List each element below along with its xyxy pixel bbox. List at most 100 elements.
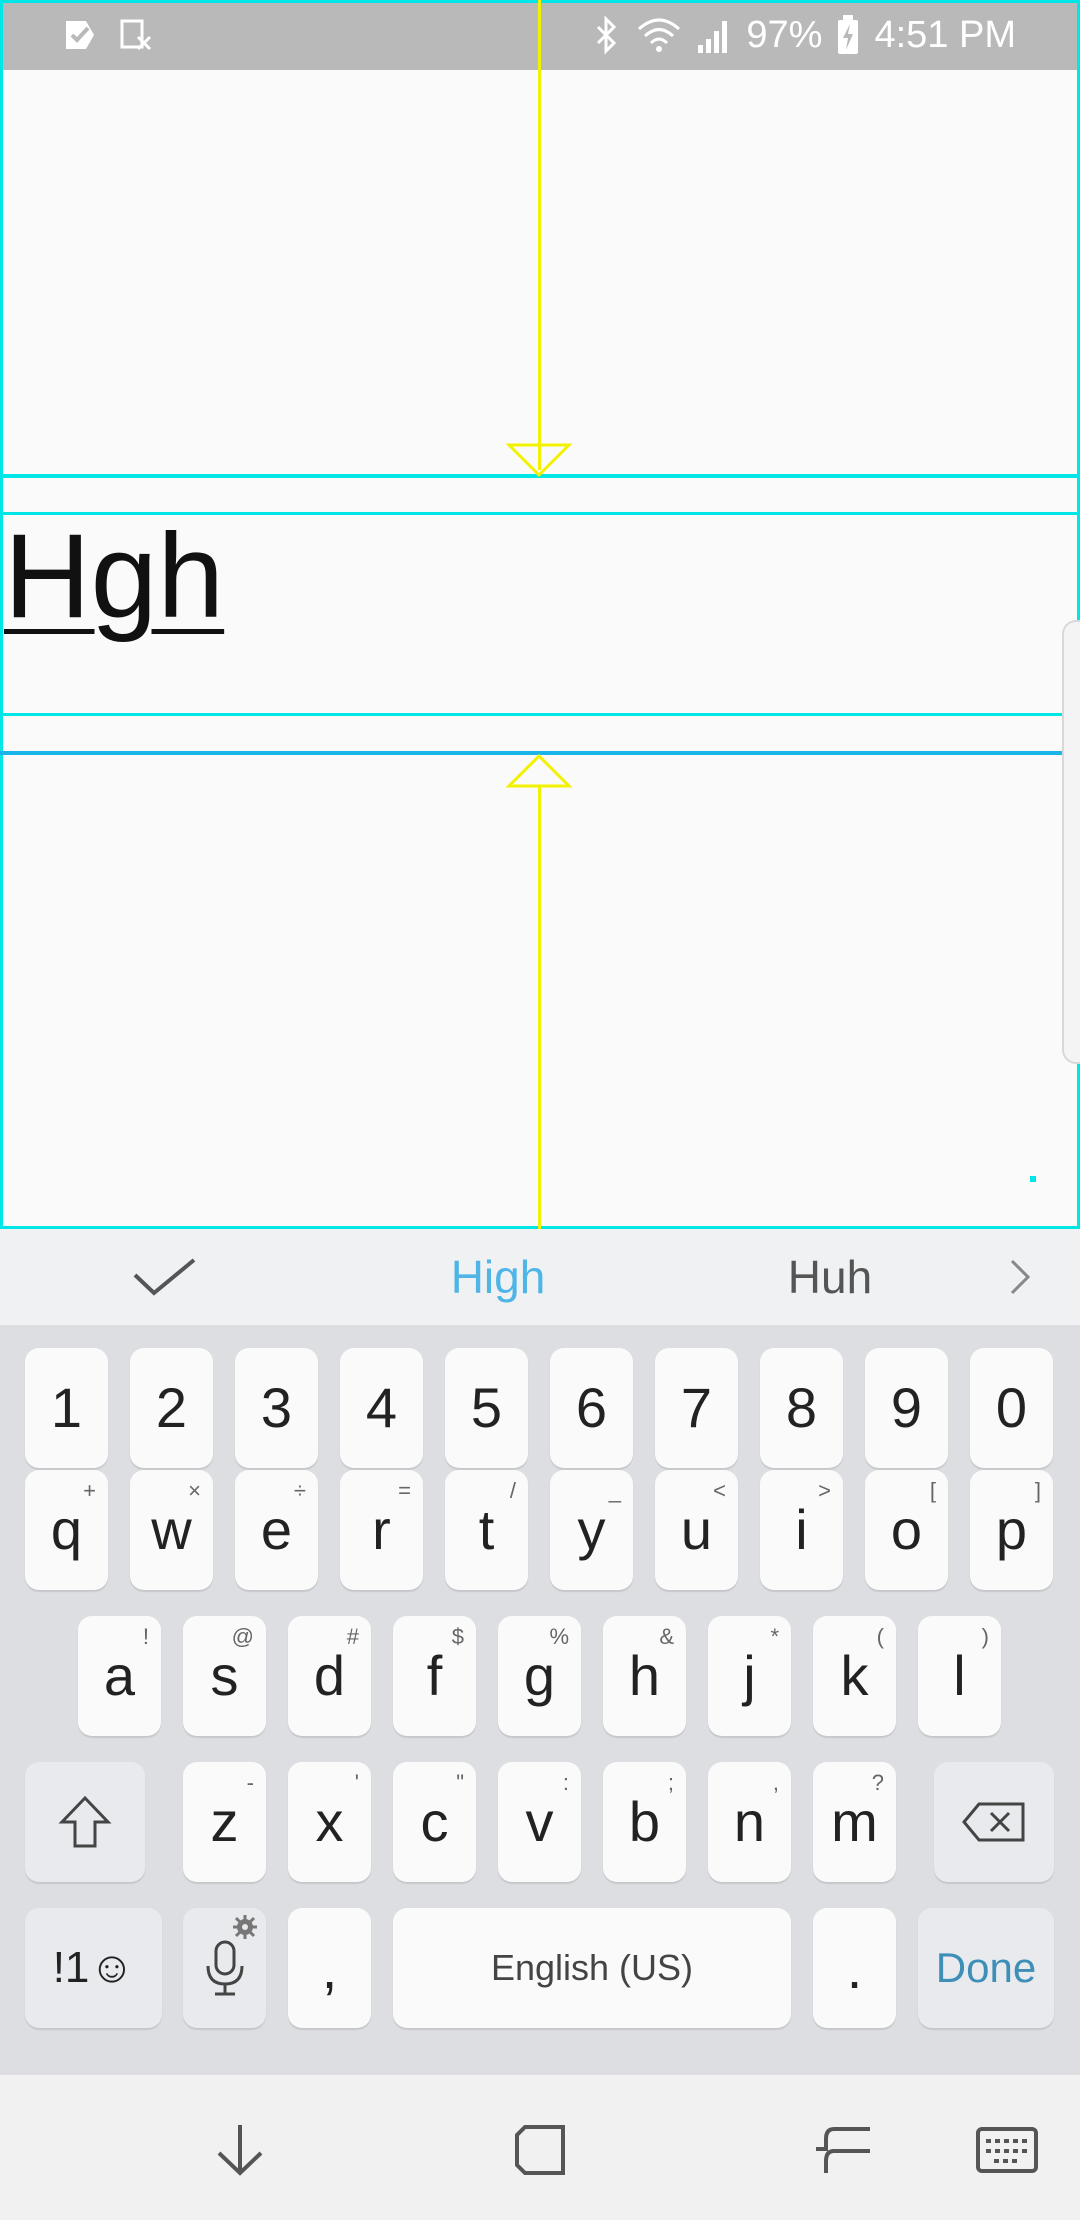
letter-key-x[interactable]: x ' (288, 1762, 371, 1882)
edge-panel-handle[interactable] (1062, 620, 1080, 1064)
comma-key[interactable]: , (288, 1908, 371, 2028)
letter-key-e[interactable]: e ÷ (235, 1470, 318, 1590)
keyboard: 1234567890 q + w × e ÷ r = t / y _ u < i > o[p] a! s @ d # f $… (0, 1325, 1080, 2075)
letter-key-label: b (628, 1790, 661, 1853)
number-key-label: 4 (365, 1376, 398, 1439)
letter-key-l[interactable]: l) (918, 1616, 1001, 1736)
letter-key-j[interactable]: j * (708, 1616, 791, 1736)
letter-key-g[interactable]: g% (498, 1616, 581, 1736)
key-hint-label: , (772, 1770, 779, 1795)
key-hint-label: ? (871, 1770, 884, 1795)
arrow-up-icon (506, 753, 572, 788)
letter-key-z[interactable]: z- (183, 1762, 266, 1882)
suggestion-primary[interactable]: High (330, 1229, 666, 1325)
symbols-key[interactable]: !1☺ (25, 1908, 162, 2028)
letter-key-r[interactable]: r = (340, 1470, 423, 1590)
period-key[interactable]: . (813, 1908, 896, 2028)
signal-icon (698, 21, 728, 53)
voice-input-key[interactable] (183, 1908, 266, 2028)
letter-key-u[interactable]: u < (655, 1470, 738, 1590)
checkmark-flag-icon (66, 21, 94, 49)
battery-charging-icon (838, 15, 859, 54)
shift-key[interactable] (25, 1762, 145, 1882)
key-hint-label: @ (231, 1624, 254, 1649)
key-hint-label: + (83, 1478, 96, 1503)
letter-key-i[interactable]: i > (760, 1470, 843, 1590)
letter-key-d[interactable]: d # (288, 1616, 371, 1736)
letter-key-k[interactable]: k( (813, 1616, 896, 1736)
keyboard-switch-icon[interactable] (972, 2115, 1042, 2185)
letter-key-label: y (577, 1498, 606, 1561)
letter-key-label: i (795, 1498, 808, 1561)
symbols-label: !1☺ (52, 1943, 135, 1992)
letter-key-v[interactable]: v: (498, 1762, 581, 1882)
done-label: Done (935, 1944, 1037, 1991)
letter-key-w[interactable]: w × (130, 1470, 213, 1590)
letter-key-t[interactable]: t / (445, 1470, 528, 1590)
shift-icon (58, 1795, 112, 1848)
key-hint-label: * (770, 1624, 779, 1649)
letter-key-c[interactable]: c " (393, 1762, 476, 1882)
letter-key-o[interactable]: o[ (865, 1470, 948, 1590)
hide-keyboard-icon[interactable] (205, 2115, 275, 2185)
number-key-4[interactable]: 4 (340, 1348, 423, 1468)
microphone-icon (206, 1940, 243, 1996)
number-key-9[interactable]: 9 (865, 1348, 948, 1468)
letter-key-label: r (372, 1498, 391, 1561)
letter-key-label: x (315, 1790, 344, 1853)
number-key-label: 9 (890, 1376, 923, 1439)
space-key[interactable]: English (US) (393, 1908, 791, 2028)
letter-key-y[interactable]: y _ (550, 1470, 633, 1590)
letter-key-label: s (210, 1644, 239, 1707)
key-hint-label: [ (929, 1478, 936, 1503)
status-right-area: 97% 4:51 PM (592, 0, 1080, 70)
number-key-label: 7 (680, 1376, 713, 1439)
number-key-6[interactable]: 6 (550, 1348, 633, 1468)
letter-key-p[interactable]: p] (970, 1470, 1053, 1590)
recent-apps-icon[interactable] (505, 2115, 575, 2185)
letter-key-n[interactable]: n, (708, 1762, 791, 1882)
comma-label: , (321, 1936, 338, 2000)
number-key-5[interactable]: 5 (445, 1348, 528, 1468)
suggestion-primary-label: High (450, 1251, 546, 1303)
bounds-left (0, 0, 3, 1229)
backspace-key[interactable] (934, 1762, 1054, 1882)
number-key-2[interactable]: 2 (130, 1348, 213, 1468)
letter-key-q[interactable]: q + (25, 1470, 108, 1590)
key-hint-label: % (549, 1624, 569, 1649)
more-suggestions-button[interactable] (990, 1229, 1050, 1325)
navigation-bar (0, 2075, 1080, 2220)
key-hint-label: " (456, 1770, 464, 1795)
letter-key-label: m (831, 1790, 878, 1853)
letter-key-b[interactable]: b; (603, 1762, 686, 1882)
letter-key-label: a (103, 1644, 136, 1707)
number-key-1[interactable]: 1 (25, 1348, 108, 1468)
key-hint-label: ( (876, 1624, 884, 1649)
letter-key-label: t (478, 1498, 495, 1561)
letter-key-label: g (523, 1644, 556, 1707)
letter-key-a[interactable]: a! (78, 1616, 161, 1736)
letter-key-m[interactable]: m? (813, 1762, 896, 1882)
suggestion-secondary[interactable]: Huh (700, 1229, 960, 1325)
letter-key-h[interactable]: h & (603, 1616, 686, 1736)
text-input-content[interactable]: Hgh (4, 516, 224, 636)
cursor-dot (1030, 1176, 1036, 1182)
done-key[interactable]: Done (918, 1908, 1054, 2028)
back-icon[interactable] (808, 2115, 878, 2185)
number-key-label: 6 (575, 1376, 608, 1439)
letter-key-s[interactable]: s @ (183, 1616, 266, 1736)
number-key-7[interactable]: 7 (655, 1348, 738, 1468)
arrow-down-icon (506, 443, 572, 478)
letter-key-label: p (995, 1498, 1028, 1561)
number-key-0[interactable]: 0 (970, 1348, 1053, 1468)
number-key-8[interactable]: 8 (760, 1348, 843, 1468)
number-key-3[interactable]: 3 (235, 1348, 318, 1468)
accept-suggestion-button[interactable] (100, 1229, 230, 1325)
key-hint-label: / (509, 1478, 516, 1503)
key-hint-label: ) (981, 1624, 989, 1649)
key-hint-label: × (188, 1478, 201, 1503)
key-hint-label: ] (1034, 1478, 1041, 1503)
letter-key-label: v (525, 1790, 554, 1853)
suggestion-secondary-label: Huh (787, 1251, 873, 1303)
letter-key-f[interactable]: f $ (393, 1616, 476, 1736)
